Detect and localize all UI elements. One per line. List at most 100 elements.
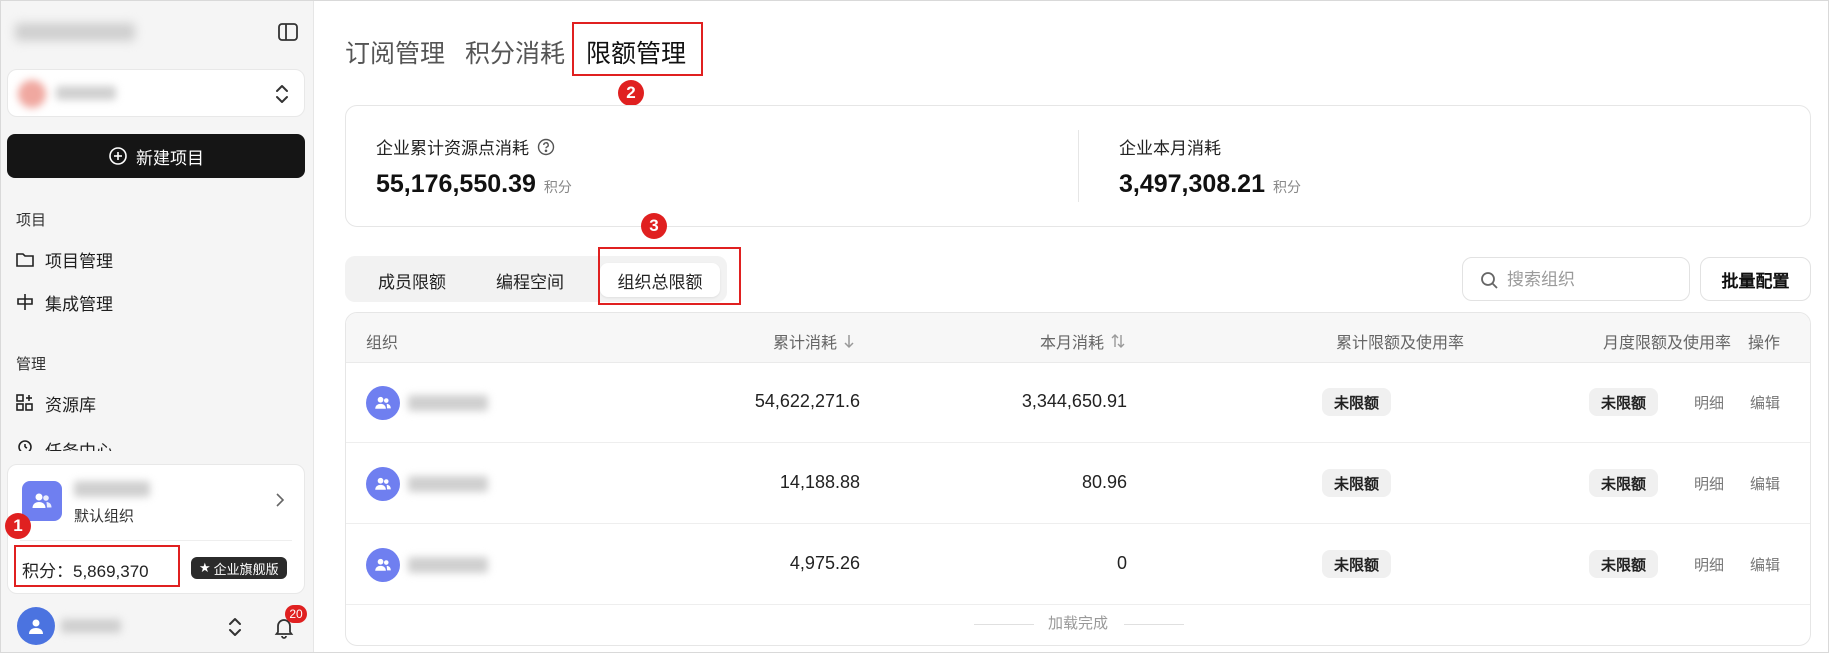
annotation-marker-3: 3 [641, 213, 667, 239]
org-avatar [22, 481, 62, 521]
section-label-manage: 管理 [16, 356, 47, 373]
search-input[interactable] [1507, 268, 1677, 292]
org-avatar [366, 386, 400, 420]
total-consumption-cell: 4,975.26 [789, 553, 860, 573]
org-name [74, 481, 150, 497]
total-limit-badge: 未限额 [1322, 469, 1392, 497]
sidebar-toggle-icon[interactable] [277, 21, 299, 43]
sidebar: 新建项目 项目 项目管理 集成管理 管理 资源库 任务中心 默认组织 积分：5,… [1, 1, 314, 652]
sidebar-item-resources[interactable]: 资源库 [15, 388, 96, 418]
users-icon [375, 477, 391, 490]
total-consumption-cell: 14,188.88 [779, 472, 860, 492]
divider [20, 540, 292, 541]
header-ops: 操作 [1748, 335, 1781, 352]
detail-link[interactable]: 明细 [1694, 392, 1724, 413]
org-subtitle: 默认组织 [74, 508, 135, 525]
batch-config-button[interactable]: 批量配置 [1700, 257, 1811, 301]
month-limit-badge: 未限额 [1589, 550, 1659, 578]
sidebar-item-label: 任务中心 [45, 437, 113, 451]
segment-coding-space[interactable]: 编程空间 [475, 263, 585, 297]
user-icon [29, 619, 43, 634]
integration-icon [17, 294, 33, 310]
edit-link[interactable]: 编辑 [1750, 392, 1780, 413]
unit-label: 积分 [543, 179, 572, 195]
alarm-icon [18, 440, 32, 451]
total-consumption-title: 企业累计资源点消耗 [376, 139, 529, 158]
month-consumption-label: 企业本月消耗 [1119, 139, 1221, 158]
notification-badge: 20 [285, 605, 307, 623]
segment-member-limit[interactable]: 成员限额 [357, 263, 467, 297]
folder-icon [16, 253, 34, 267]
organization-card[interactable]: 默认组织 积分：5,869,370 ★ 企业旗舰版 [7, 464, 305, 594]
tab-points-consumption[interactable]: 积分消耗 [465, 34, 565, 70]
user-avatar [17, 607, 55, 645]
users-icon [375, 558, 391, 571]
header-label: 累计消耗 [773, 335, 838, 352]
users-icon [32, 493, 52, 508]
user-name [61, 619, 121, 633]
sort-down-icon [844, 335, 854, 349]
chevron-updown-icon[interactable] [224, 615, 246, 639]
load-complete-text: 加载完成 [1047, 615, 1108, 632]
project-name [56, 86, 116, 100]
grid-plus-icon [16, 394, 33, 411]
sidebar-item-label: 资源库 [45, 395, 96, 415]
points-label: 积分： [22, 562, 73, 581]
sidebar-item-label: 项目管理 [45, 251, 113, 271]
annotation-marker-1: 1 [5, 513, 31, 539]
org-name [408, 476, 488, 492]
help-icon[interactable] [537, 138, 555, 156]
org-avatar [366, 548, 400, 582]
org-limit-table: 组织 累计消耗 本月消耗 累计限额及使用率 月度限额及使用率 操作 54,622… [345, 312, 1811, 646]
logo [15, 23, 135, 41]
detail-link[interactable]: 明细 [1694, 554, 1724, 575]
header-org: 组织 [366, 335, 399, 352]
tab-subscription[interactable]: 订阅管理 [345, 34, 445, 70]
star-icon: ★ [199, 560, 211, 575]
divider [1124, 624, 1184, 625]
month-consumption-cell: 0 [1116, 553, 1127, 573]
header-total-limit: 累计限额及使用率 [1335, 335, 1464, 352]
user-row[interactable]: 20 [17, 605, 307, 647]
table-row: 14,188.88 80.96 未限额 未限额 明细 编辑 [346, 444, 1810, 524]
sidebar-item-project-management[interactable]: 项目管理 [15, 244, 113, 274]
month-limit-badge: 未限额 [1589, 388, 1659, 416]
sort-updown-icon [1111, 334, 1125, 348]
new-project-button[interactable]: 新建项目 [7, 134, 305, 178]
section-label-project: 项目 [16, 212, 47, 229]
project-selector[interactable] [7, 69, 305, 117]
annotation-marker-2: 2 [618, 80, 644, 106]
table-row: 54,622,271.6 3,344,650.91 未限额 未限额 明细 编辑 [346, 363, 1810, 443]
sidebar-item-integration[interactable]: 集成管理 [15, 287, 113, 317]
total-limit-badge: 未限额 [1322, 550, 1392, 578]
detail-link[interactable]: 明细 [1694, 473, 1724, 494]
tab-highlight-box [572, 22, 703, 76]
chevron-updown-icon [276, 85, 288, 103]
month-consumption-cell: 3,344,650.91 [1021, 391, 1127, 411]
edit-link[interactable]: 编辑 [1750, 473, 1780, 494]
header-label: 本月消耗 [1040, 335, 1105, 352]
search-box[interactable] [1462, 257, 1690, 301]
month-consumption-cell: 80.96 [1081, 472, 1127, 492]
project-avatar [18, 80, 46, 108]
points-value: 5,869,370 [73, 562, 149, 581]
org-avatar [366, 467, 400, 501]
edition-badge: ★ 企业旗舰版 [191, 557, 287, 579]
users-icon [375, 396, 391, 409]
org-name [408, 557, 488, 573]
search-icon [1481, 272, 1498, 289]
unit-label: 积分 [1272, 179, 1301, 195]
month-limit-badge: 未限额 [1589, 469, 1659, 497]
chevron-right-icon [276, 493, 285, 507]
edition-label: 企业旗舰版 [213, 561, 279, 577]
total-limit-badge: 未限额 [1322, 388, 1392, 416]
new-project-label: 新建项目 [136, 148, 204, 168]
month-consumption-value: 3,497,308.21 积分 [1119, 170, 1301, 199]
header-month-consumption[interactable]: 本月消耗 [1040, 329, 1126, 353]
segment-highlight-box [598, 247, 741, 305]
sidebar-item-tasks[interactable]: 任务中心 [15, 431, 113, 451]
header-total-consumption[interactable]: 累计消耗 [773, 329, 855, 353]
total-consumption-label: 企业累计资源点消耗 [376, 134, 555, 159]
table-header: 组织 累计消耗 本月消耗 累计限额及使用率 月度限额及使用率 操作 [346, 313, 1810, 363]
edit-link[interactable]: 编辑 [1750, 554, 1780, 575]
